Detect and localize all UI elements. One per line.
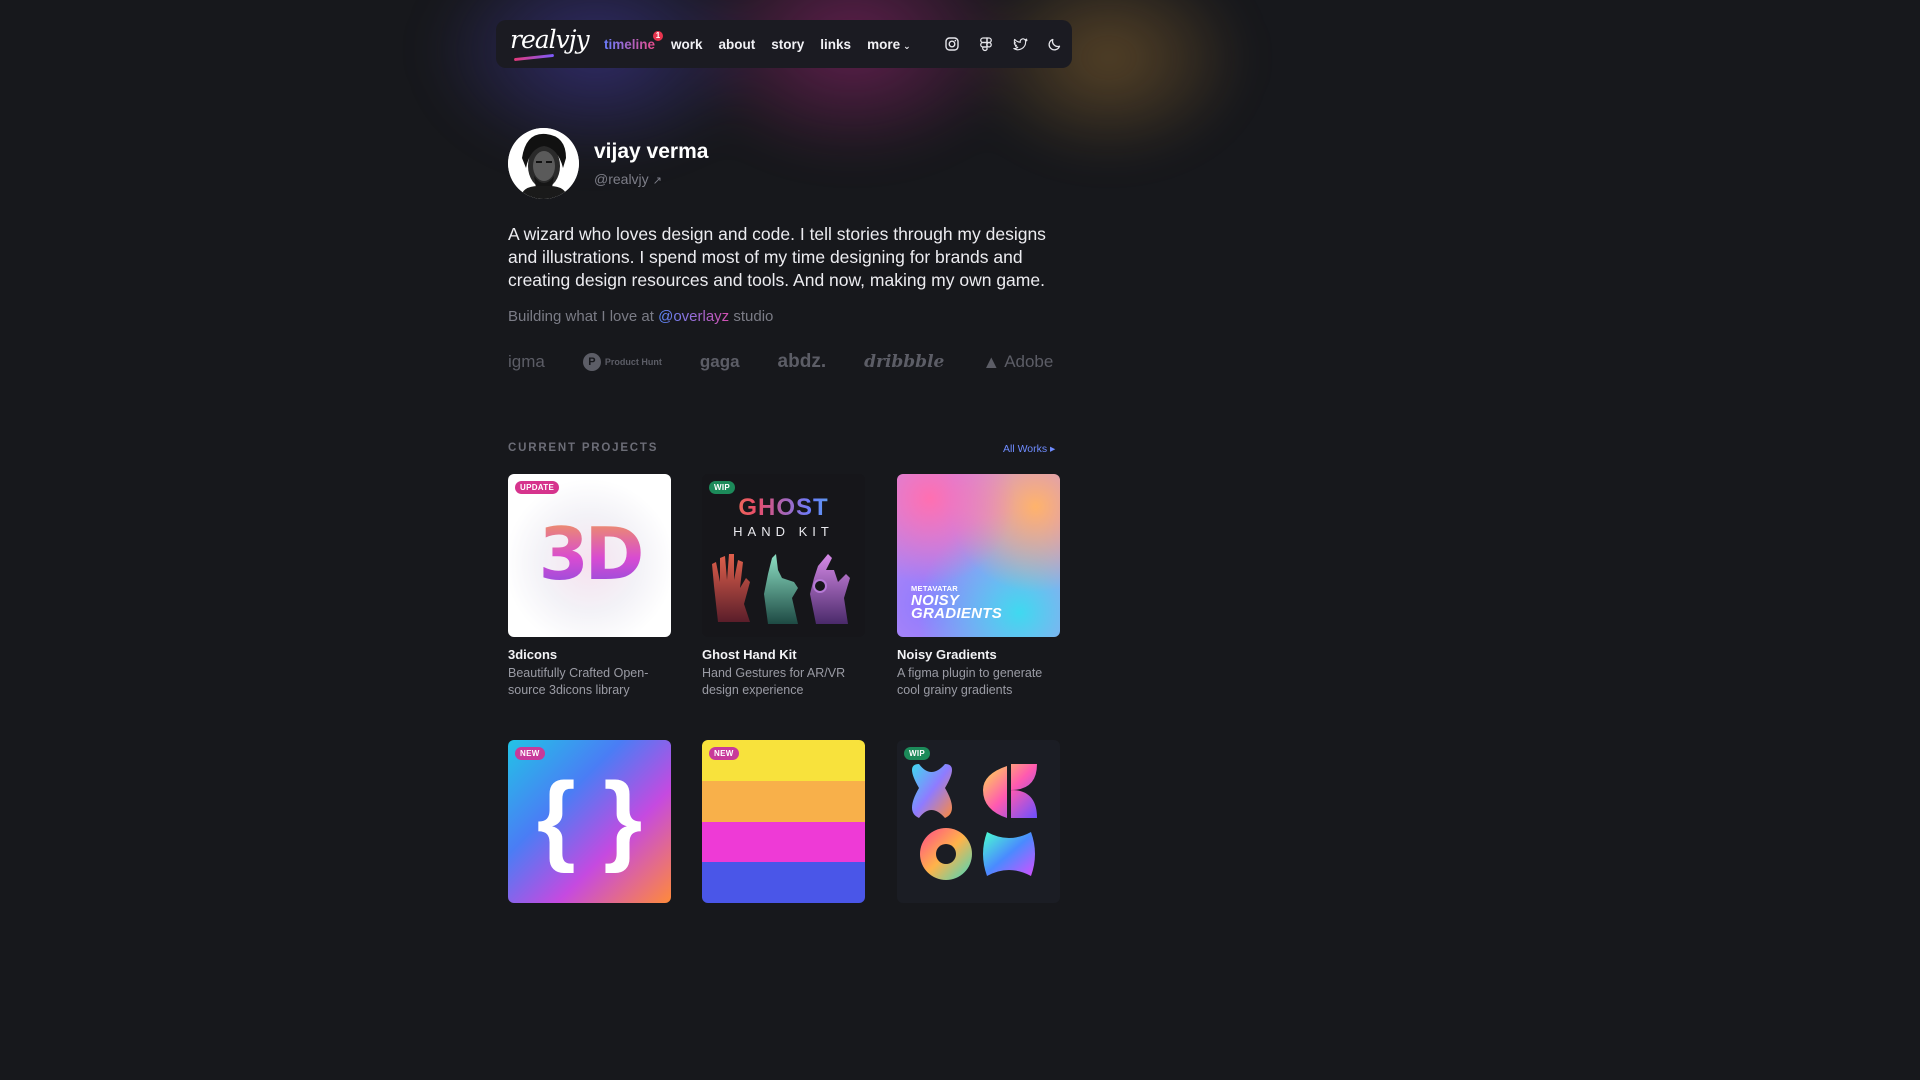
brand-figma: igma: [508, 352, 545, 371]
braces-art: { }: [536, 762, 643, 874]
hand-gestures-art: [712, 554, 850, 624]
external-link-icon: ↗: [652, 175, 662, 187]
project-title: 3dicons: [508, 647, 558, 662]
nav-timeline[interactable]: timeline 1: [604, 30, 664, 52]
product-hunt-label: Product Hunt: [604, 357, 662, 367]
nav-about[interactable]: about: [719, 37, 756, 52]
3d-art: 3D: [508, 512, 671, 596]
project-card-shapes[interactable]: WIP: [897, 740, 1060, 903]
avatar: [508, 128, 579, 199]
overlayz-link[interactable]: @overlayz: [658, 308, 729, 325]
project-thumbnail: NEW: [702, 740, 865, 903]
project-title: Ghost Hand Kit: [702, 647, 797, 662]
noisy-art-title: NOISY GRADIENTS: [911, 593, 1003, 622]
bio-text: A wizard who loves design and code. I te…: [508, 224, 1046, 290]
status-badge: WIP: [709, 481, 736, 494]
logo-underline: [513, 53, 555, 62]
project-card-stripes[interactable]: NEW: [702, 740, 865, 903]
status-badge: WIP: [904, 747, 931, 760]
logo-text: realvjy: [510, 25, 590, 54]
brand-adobe: ▲ Adobe: [982, 352, 1053, 373]
product-hunt-icon: P: [582, 353, 601, 371]
project-thumbnail: NEW { }: [508, 740, 671, 903]
status-badge: NEW: [709, 747, 739, 760]
project-thumbnail: METAVATAR NOISY GRADIENTS: [897, 474, 1060, 637]
all-works-link[interactable]: All Works ▸: [1003, 443, 1055, 455]
project-card-3dicons[interactable]: UPDATE 3D 3dicons Beautifully Crafted Op…: [508, 474, 671, 699]
project-title: Noisy Gradients: [897, 647, 997, 662]
notification-badge: 1: [653, 30, 664, 41]
nav-links-item[interactable]: links: [820, 37, 851, 52]
brand-gaga: gaga: [699, 352, 740, 371]
nav-links: timeline 1 work about story links more ⌄: [604, 20, 911, 68]
project-description: Beautifully Crafted Open-source 3dicons …: [508, 666, 649, 697]
brand-dribbble: dribbble: [864, 352, 945, 372]
profile-name: vijay verma: [594, 140, 709, 163]
brand-abdz: abdz.: [777, 351, 827, 372]
brand-product-hunt: P Product Hunt: [582, 353, 662, 371]
nav-work[interactable]: work: [671, 37, 703, 52]
project-thumbnail: WIP GHOST HAND KIT: [702, 474, 865, 637]
gradient-shapes-art: [912, 764, 1037, 880]
building-line: Building what I love at @overlayz studio: [508, 308, 773, 325]
profile-handle-link[interactable]: @realvjy ↗: [594, 171, 662, 187]
section-title: CURRENT PROJECTS: [508, 442, 659, 454]
nav-more-label: more: [867, 36, 901, 52]
status-badge: NEW: [515, 747, 545, 760]
project-thumbnail: UPDATE 3D: [508, 474, 671, 637]
adobe-label: Adobe: [1004, 352, 1054, 371]
project-card-ghost-hand-kit[interactable]: WIP GHOST HAND KIT Ghost Hand Kit Hand G…: [702, 474, 865, 699]
moon-icon[interactable]: [1046, 36, 1062, 52]
stripe-orange: [702, 780, 865, 822]
nav-more[interactable]: more ⌄: [867, 37, 911, 52]
nav-timeline-label: timeline: [604, 36, 656, 52]
nav-story[interactable]: story: [771, 37, 804, 52]
noisy-art-title-line-2: GRADIENTS: [911, 605, 1003, 622]
instagram-icon[interactable]: [944, 36, 960, 52]
project-card-braces[interactable]: NEW { }: [508, 740, 671, 903]
stripe-blue: [702, 862, 865, 903]
chevron-down-icon: ⌄: [903, 40, 911, 51]
building-suffix: studio: [733, 308, 774, 325]
project-description: A figma plugin to generate cool grainy g…: [897, 666, 1043, 697]
project-description: Hand Gestures for AR/VR design experienc…: [702, 666, 846, 697]
stripe-magenta: [702, 821, 865, 863]
project-thumbnail: WIP: [897, 740, 1060, 903]
twitter-icon[interactable]: [1012, 36, 1028, 52]
top-navbar: realvjy timeline 1 work about story link…: [496, 20, 1072, 68]
social-icons: [944, 20, 1062, 68]
project-card-noisy-gradients[interactable]: METAVATAR NOISY GRADIENTS Noisy Gradient…: [897, 474, 1060, 699]
profile-handle-text: @realvjy: [594, 171, 649, 187]
brand-logos-strip: igma P Product Hunt gaga abdz. dribbble …: [508, 348, 1060, 376]
figma-icon[interactable]: [978, 36, 994, 52]
building-prefix: Building what I love at: [508, 308, 654, 325]
status-badge: UPDATE: [515, 481, 560, 494]
adobe-icon: ▲: [982, 351, 1001, 372]
